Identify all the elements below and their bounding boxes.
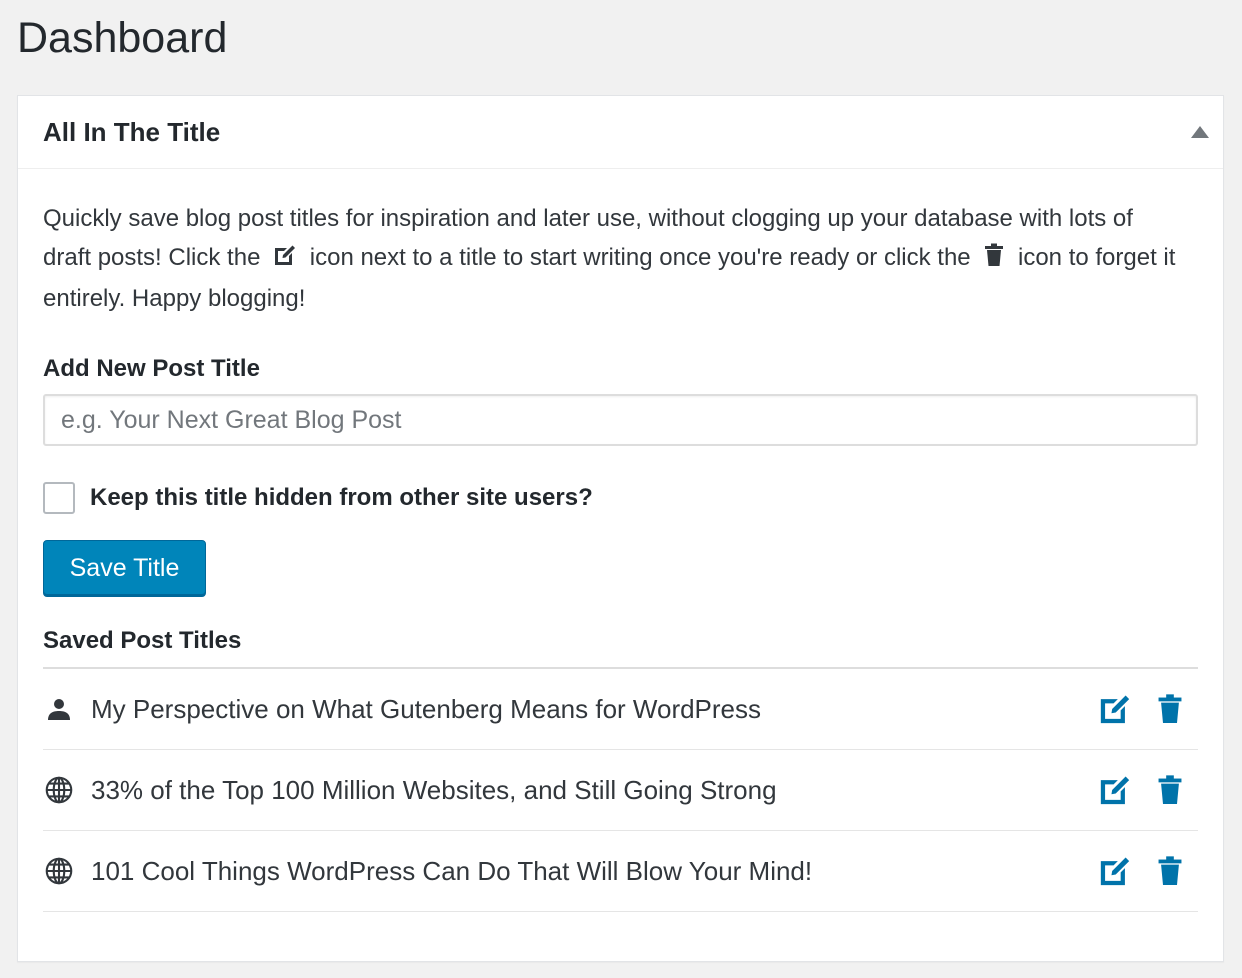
post-title-input[interactable] [43,394,1198,446]
hidden-checkbox[interactable] [43,482,75,514]
page-title: Dashboard [17,14,228,62]
trash-icon[interactable] [1156,774,1184,806]
all-in-the-title-widget: All In The Title Quickly save blog post … [17,95,1224,962]
item-actions [1098,669,1184,749]
description-text-2: icon next to a title to start writing on… [309,244,971,271]
hidden-option-row: Keep this title hidden from other site u… [43,482,1198,514]
save-title-button[interactable]: Save Title [43,540,206,597]
hidden-checkbox-label[interactable]: Keep this title hidden from other site u… [90,484,593,512]
list-item: 101 Cool Things WordPress Can Do That Wi… [43,831,1198,912]
widget-content: Quickly save blog post titles for inspir… [18,199,1223,912]
edit-icon[interactable] [1098,692,1132,726]
edit-icon[interactable] [1098,854,1132,888]
saved-title: 101 Cool Things WordPress Can Do That Wi… [91,855,813,886]
widget-title: All In The Title [43,116,221,147]
item-actions [1098,750,1184,830]
saved-title: My Perspective on What Gutenberg Means f… [91,693,762,724]
trash-icon[interactable] [1156,693,1184,725]
saved-titles-heading: Saved Post Titles [43,627,1198,669]
trash-icon [983,240,1005,279]
globe-icon [45,857,73,885]
globe-icon [45,776,73,804]
add-title-label: Add New Post Title [43,355,260,382]
item-actions [1098,831,1184,911]
list-item: 33% of the Top 100 Million Websites, and… [43,750,1198,831]
trash-icon[interactable] [1156,855,1184,887]
list-item: My Perspective on What Gutenberg Means f… [43,669,1198,750]
edit-icon[interactable] [1098,773,1132,807]
widget-description: Quickly save blog post titles for inspir… [43,199,1183,318]
saved-title: 33% of the Top 100 Million Websites, and… [91,774,777,805]
widget-header[interactable]: All In The Title [18,96,1223,169]
user-icon [45,695,73,723]
edit-icon [273,240,297,279]
saved-titles-list: My Perspective on What Gutenberg Means f… [43,669,1198,912]
collapse-arrow-icon[interactable] [1191,126,1209,138]
